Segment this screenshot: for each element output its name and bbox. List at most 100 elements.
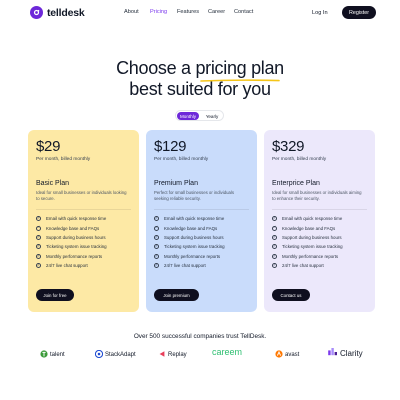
feature-label: Ticketing system issue tracking bbox=[46, 244, 107, 250]
site-header: telldesk About Pricing Features Career C… bbox=[0, 0, 400, 26]
feature-label: Email with quick response time bbox=[46, 216, 107, 222]
feature-label: Support during business hours bbox=[282, 234, 342, 240]
feature-item: ✓ Email with quick response time bbox=[36, 214, 107, 223]
join-free-button[interactable]: Join for free bbox=[36, 289, 74, 301]
check-circle-icon: ✓ bbox=[154, 225, 159, 231]
feature-item: ✓ 24/7 live chat support bbox=[36, 261, 107, 270]
feature-list: ✓ Email with quick response time ✓ Knowled… bbox=[36, 214, 107, 270]
plan-card-enterprise: $329 Per month, billed monthly Enterpric… bbox=[264, 130, 375, 312]
brand-name: Clarity bbox=[340, 348, 363, 358]
login-link[interactable]: Log In bbox=[312, 10, 328, 16]
brand-name: avast bbox=[285, 352, 300, 358]
title-line1-prefix: Choose a bbox=[116, 58, 196, 78]
brand-clarity: Clarity bbox=[328, 348, 363, 358]
feature-list: ✓ Email with quick response time ✓ Knowled… bbox=[154, 214, 225, 270]
nav-pricing[interactable]: Pricing bbox=[150, 9, 167, 15]
telldesk-logo-icon bbox=[30, 6, 43, 19]
feature-label: Monthly performance reports bbox=[164, 253, 221, 259]
plan-price: $129 bbox=[154, 138, 187, 155]
feature-label: Ticketing system issue tracking bbox=[282, 244, 343, 250]
check-circle-icon: ✓ bbox=[36, 244, 41, 250]
feature-label: Monthly performance reports bbox=[282, 253, 339, 259]
brand-name: telldesk bbox=[47, 6, 85, 19]
feature-label: Monthly performance reports bbox=[46, 253, 103, 259]
brand-logo[interactable]: telldesk bbox=[30, 6, 85, 19]
feature-label: Email with quick response time bbox=[164, 216, 225, 222]
check-circle-icon: ✓ bbox=[154, 244, 159, 250]
billing-toggle[interactable]: Monthly Yearly bbox=[175, 110, 224, 121]
replay-logo-icon bbox=[158, 350, 166, 360]
card-divider bbox=[154, 209, 249, 210]
feature-item: ✓ Monthly performance reports bbox=[272, 252, 343, 261]
brand-name: Replay bbox=[168, 352, 187, 358]
feature-label: 24/7 live chat support bbox=[282, 263, 324, 269]
feature-item: ✓ Knowledge base and FAQs bbox=[154, 223, 225, 232]
feature-item: ✓ Support during business hours bbox=[154, 233, 225, 242]
brand-name: StackAdapt bbox=[105, 352, 136, 358]
feature-item: ✓ Ticketing system issue tracking bbox=[36, 242, 107, 251]
feature-item: ✓ Monthly performance reports bbox=[36, 252, 107, 261]
toggle-yearly[interactable]: Yearly bbox=[201, 112, 223, 120]
title-line2: best suited for you bbox=[129, 79, 271, 99]
plan-name: Basic Plan bbox=[36, 180, 70, 187]
check-circle-icon: ✓ bbox=[272, 253, 277, 259]
nav-about[interactable]: About bbox=[124, 9, 139, 15]
feature-item: ✓ Knowledge base and FAQs bbox=[36, 223, 107, 232]
feature-item: ✓ Ticketing system issue tracking bbox=[272, 242, 343, 251]
check-circle-icon: ✓ bbox=[154, 215, 159, 222]
plan-name: Enterprice Plan bbox=[272, 180, 320, 187]
clarity-logo-icon bbox=[328, 348, 338, 358]
check-circle-icon: ✓ bbox=[36, 262, 41, 269]
plan-period: Per month, billed monthly bbox=[272, 157, 327, 162]
brand-careem: careem bbox=[212, 347, 242, 357]
card-divider bbox=[272, 209, 367, 210]
check-circle-icon: ✓ bbox=[272, 225, 277, 231]
trust-heading: Over 500 successful companies trust Tell… bbox=[133, 333, 267, 340]
feature-label: Knowledge base and FAQs bbox=[282, 225, 336, 231]
plan-period: Per month, billed monthly bbox=[154, 157, 209, 162]
nav-features[interactable]: Features bbox=[177, 9, 199, 15]
feature-label: Knowledge base and FAQs bbox=[164, 225, 218, 231]
check-circle-icon: ✓ bbox=[272, 244, 277, 250]
check-circle-icon: ✓ bbox=[154, 253, 159, 259]
check-circle-icon: ✓ bbox=[36, 215, 41, 222]
stackadapt-logo-icon bbox=[94, 349, 104, 360]
highlight-underline bbox=[200, 79, 280, 82]
plan-price: $29 bbox=[36, 138, 61, 155]
check-circle-icon: ✓ bbox=[272, 234, 277, 240]
plan-description: Perfect for small businesses or individu… bbox=[154, 190, 235, 201]
feature-item: ✓ Support during business hours bbox=[36, 233, 107, 242]
feature-list: ✓ Email with quick response time ✓ Knowled… bbox=[272, 214, 343, 270]
check-circle-icon: ✓ bbox=[36, 253, 41, 259]
plan-description: Ideal for small businesses or individual… bbox=[272, 190, 362, 201]
nav-contact[interactable]: Contact bbox=[234, 9, 253, 15]
toggle-monthly[interactable]: Monthly bbox=[177, 112, 199, 120]
feature-item: ✓ 24/7 live chat support bbox=[154, 261, 225, 270]
feature-label: Support during business hours bbox=[46, 234, 106, 240]
feature-label: Ticketing system issue tracking bbox=[164, 244, 225, 250]
check-circle-icon: ✓ bbox=[272, 215, 277, 222]
contact-us-button[interactable]: Contact us bbox=[272, 289, 310, 301]
check-circle-icon: ✓ bbox=[36, 234, 41, 240]
title-highlight: pricing plan bbox=[195, 58, 284, 78]
plan-card-basic: $29 Per month, billed monthly Basic Plan… bbox=[28, 130, 139, 312]
feature-item: ✓ Support during business hours bbox=[272, 233, 343, 242]
feature-label: Knowledge base and FAQs bbox=[46, 225, 100, 231]
nav-career[interactable]: Career bbox=[208, 9, 225, 15]
talent-logo-icon bbox=[40, 350, 48, 360]
feature-item: ✓ Email with quick response time bbox=[154, 214, 225, 223]
avast-logo-icon bbox=[275, 350, 283, 360]
brand-name: careem bbox=[212, 347, 243, 357]
brand-talent: talent bbox=[40, 350, 65, 360]
feature-item: ✓ Monthly performance reports bbox=[154, 252, 225, 261]
register-button[interactable]: Register bbox=[342, 6, 376, 19]
plan-card-premium: $129 Per month, billed monthly Premium P… bbox=[146, 130, 257, 312]
brand-stackadapt: StackAdapt bbox=[94, 349, 136, 360]
join-premium-button[interactable]: Join premium bbox=[154, 289, 199, 301]
feature-item: ✓ 24/7 live chat support bbox=[272, 261, 343, 270]
feature-label: 24/7 live chat support bbox=[164, 263, 206, 269]
plan-name: Premium Plan bbox=[154, 180, 198, 187]
check-circle-icon: ✓ bbox=[154, 262, 159, 269]
card-divider bbox=[36, 209, 131, 210]
brand-name: talent bbox=[50, 352, 65, 358]
